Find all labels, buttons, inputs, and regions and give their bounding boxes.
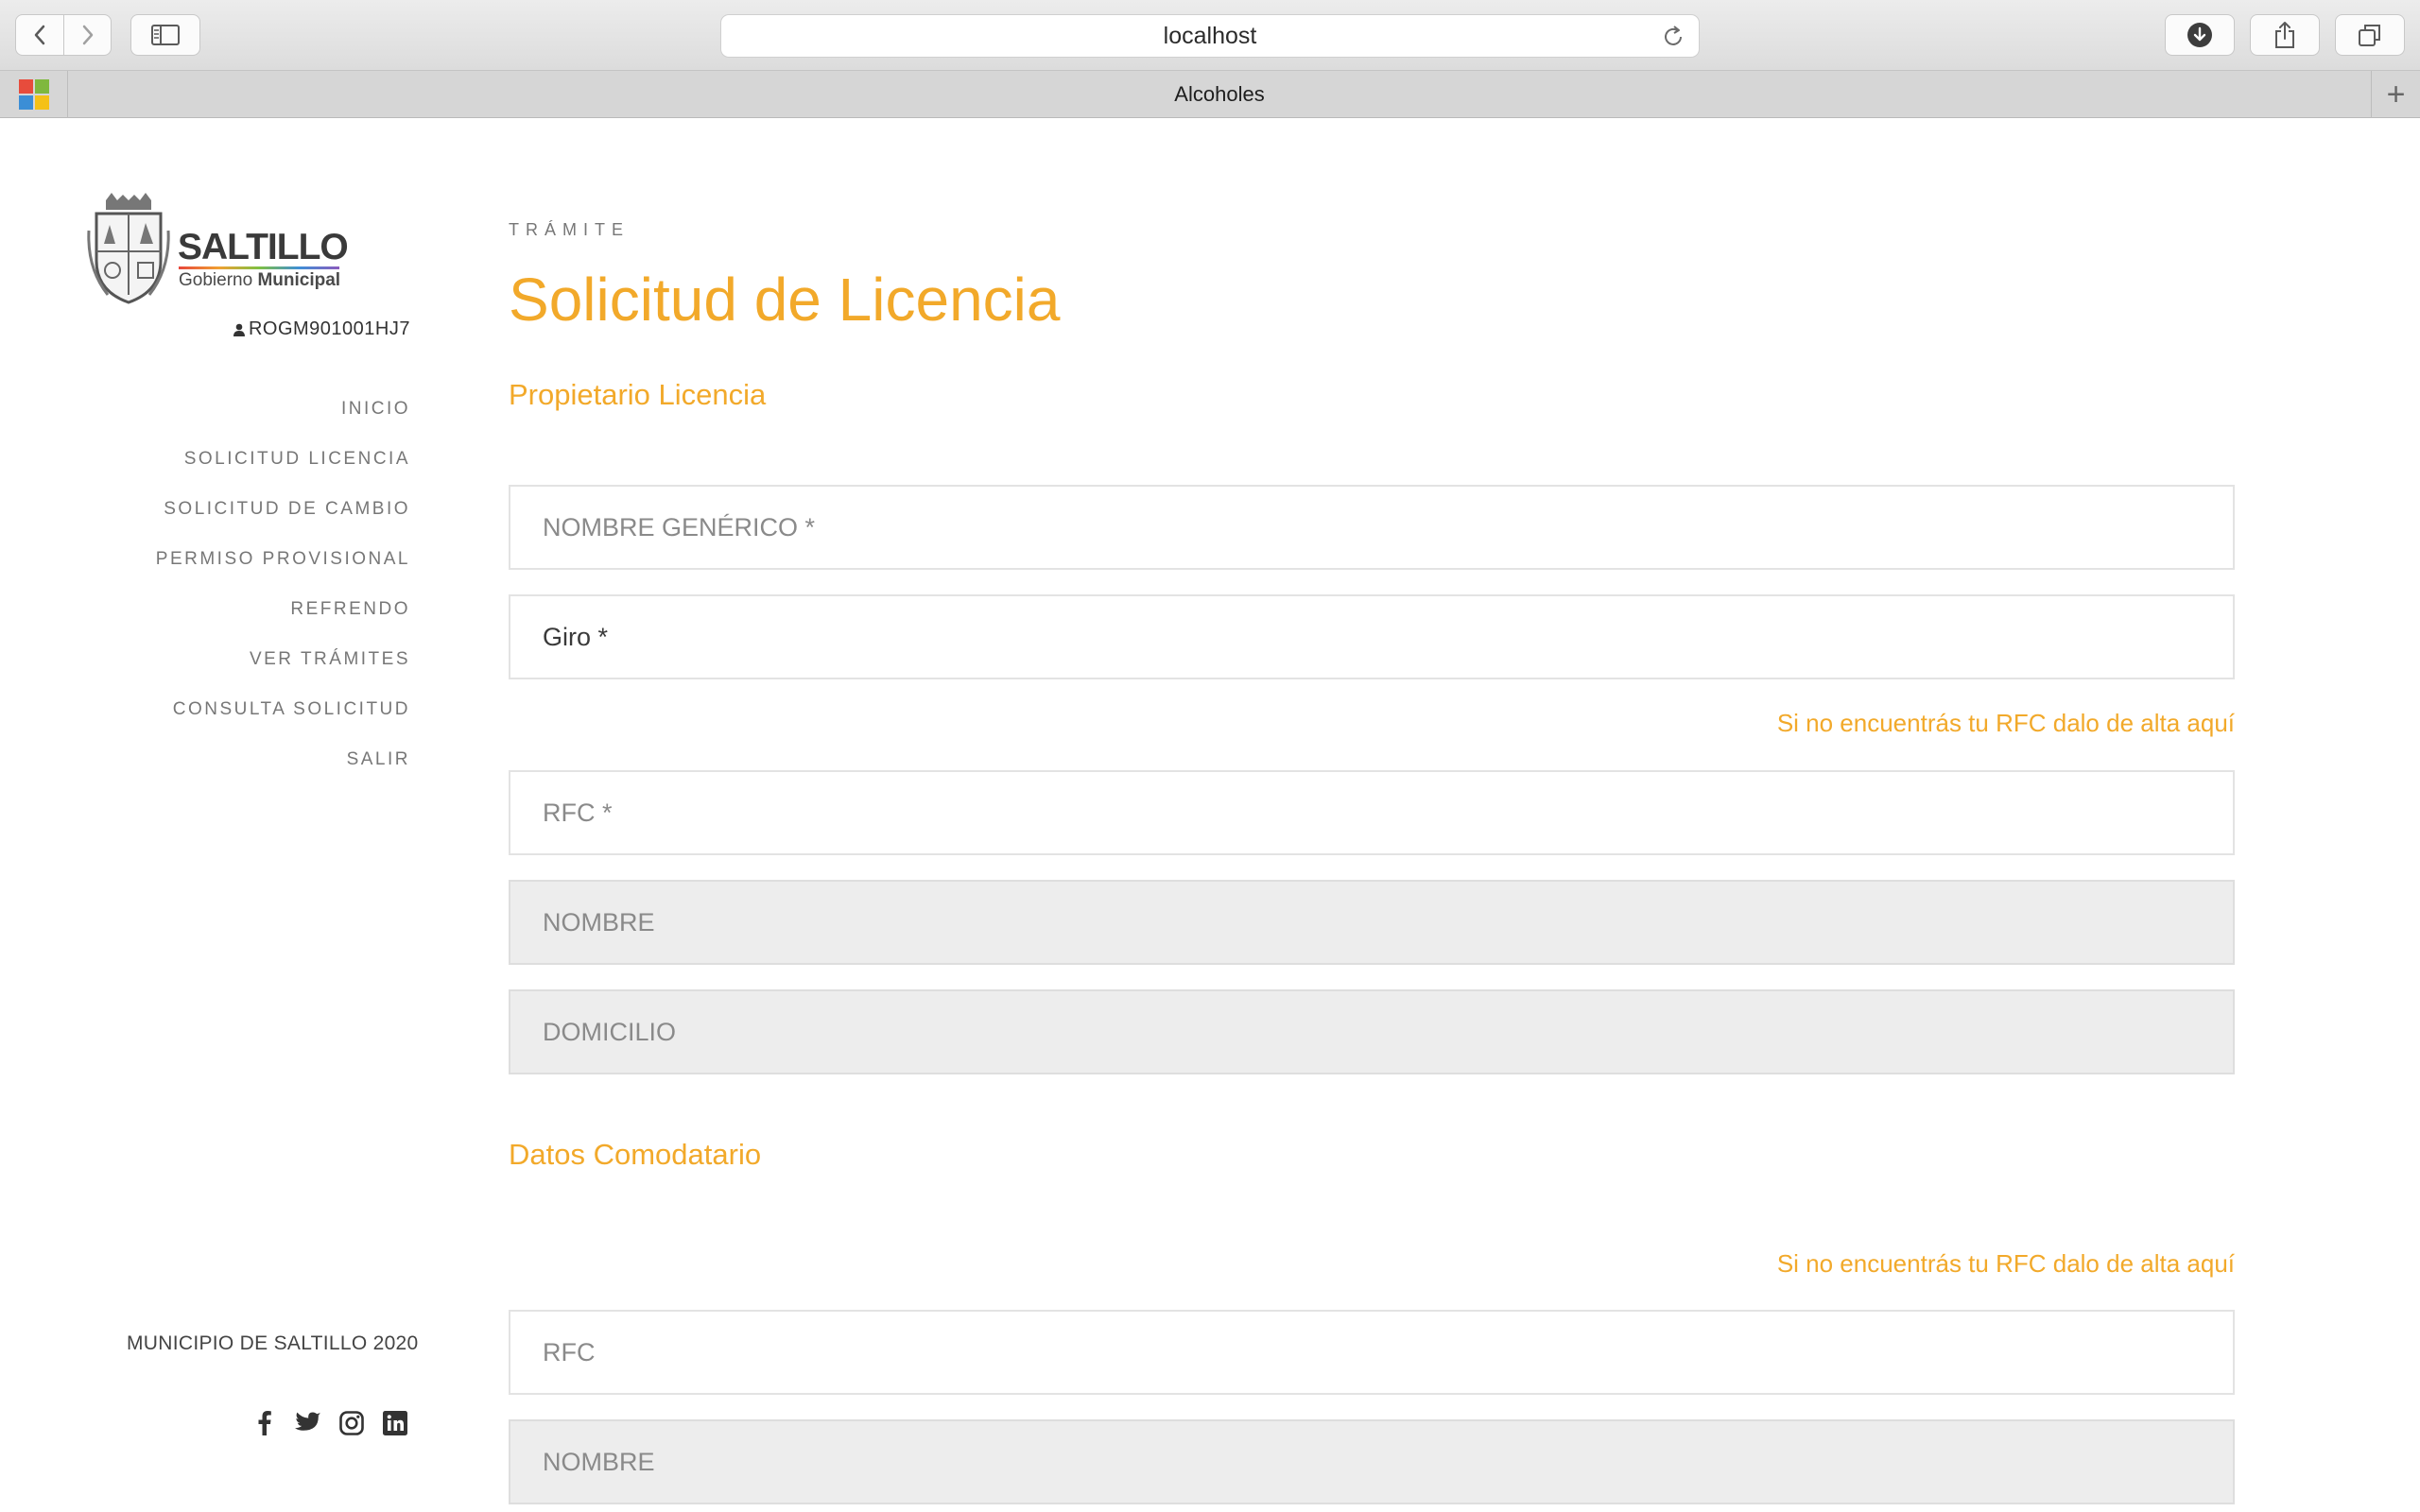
tabs-overview-button[interactable] (2335, 14, 2405, 56)
page-title: Solicitud de Licencia (509, 266, 1061, 334)
sidebar-item-solicitud-licencia[interactable]: SOLICITUD LICENCIA (156, 445, 410, 495)
reload-icon[interactable] (1661, 25, 1685, 49)
facebook-icon[interactable] (250, 1408, 280, 1438)
nombre-comodatario-field (509, 1419, 2235, 1504)
forward-button[interactable] (63, 15, 111, 55)
giro-input[interactable] (509, 594, 2235, 679)
logo-title: SALTILLO (178, 227, 349, 267)
tab-alcoholes[interactable]: Alcoholes (68, 71, 2371, 118)
tab-bar: Alcoholes + (0, 71, 2420, 118)
share-icon (2275, 22, 2294, 48)
windows-logo-icon (18, 79, 49, 110)
user-indicator: ROGM901001HJ7 (233, 318, 410, 340)
saltillo-logo[interactable]: SALTILLO Gobierno Municipal (87, 193, 349, 304)
rfc-signup-link-comodatario[interactable]: Si no encuentrás tu RFC dalo de alta aqu… (1777, 1249, 2235, 1279)
rfc-comodatario-input[interactable] (509, 1310, 2235, 1395)
back-button[interactable] (16, 15, 63, 55)
user-icon (233, 323, 245, 336)
logo-subtitle-light: Gobierno (179, 270, 253, 290)
domicilio-propietario-field (509, 989, 2235, 1074)
new-tab-button[interactable]: + (2371, 71, 2420, 118)
social-links (250, 1408, 410, 1438)
section-title-comodatario: Datos Comodatario (509, 1138, 762, 1171)
nombre-propietario-field (509, 880, 2235, 965)
download-icon (2187, 23, 2212, 47)
sidebar-toggle-button[interactable] (130, 14, 200, 56)
sidebar-nav: INICIO SOLICITUD LICENCIA SOLICITUD DE C… (156, 395, 410, 796)
page-kicker: TRÁMITE (509, 220, 630, 239)
browser-toolbar: localhost (0, 0, 2420, 71)
rfc-propietario-input[interactable] (509, 770, 2235, 855)
nombre-generico-input[interactable] (509, 485, 2235, 570)
sidebar-item-permiso-provisional[interactable]: PERMISO PROVISIONAL (156, 545, 410, 595)
history-nav (15, 14, 112, 56)
rfc-signup-link-propietario[interactable]: Si no encuentrás tu RFC dalo de alta aqu… (1777, 709, 2235, 738)
logo-color-stripe (179, 266, 339, 269)
twitter-icon[interactable] (293, 1408, 323, 1438)
downloads-button[interactable] (2165, 14, 2235, 56)
sidebar-item-salir[interactable]: SALIR (156, 746, 410, 796)
linkedin-icon[interactable] (380, 1408, 410, 1438)
footer-copyright: MUNICIPIO DE SALTILLO 2020 (127, 1332, 419, 1354)
tabs-icon (2359, 25, 2380, 46)
sidebar-item-consulta-solicitud[interactable]: CONSULTA SOLICITUD (156, 696, 410, 746)
logo-subtitle: Gobierno Municipal (179, 270, 340, 291)
share-button[interactable] (2250, 14, 2320, 56)
instagram-icon[interactable] (337, 1408, 367, 1438)
logo-subtitle-bold: Municipal (257, 270, 341, 290)
url-text: localhost (1163, 22, 1257, 49)
section-title-propietario: Propietario Licencia (509, 378, 767, 411)
chevron-left-icon (34, 25, 45, 45)
address-bar[interactable]: localhost (720, 14, 1700, 58)
user-id: ROGM901001HJ7 (248, 318, 410, 339)
sidebar-item-solicitud-de-cambio[interactable]: SOLICITUD DE CAMBIO (156, 495, 410, 545)
sidebar-item-ver-tramites[interactable]: VER TRÁMITES (156, 645, 410, 696)
sidebar-item-inicio[interactable]: INICIO (156, 395, 410, 445)
chevron-right-icon (82, 25, 93, 45)
favicon (0, 71, 68, 118)
sidebar-icon (151, 25, 180, 45)
sidebar-item-refrendo[interactable]: REFRENDO (156, 595, 410, 645)
coat-of-arms-icon (87, 193, 170, 304)
